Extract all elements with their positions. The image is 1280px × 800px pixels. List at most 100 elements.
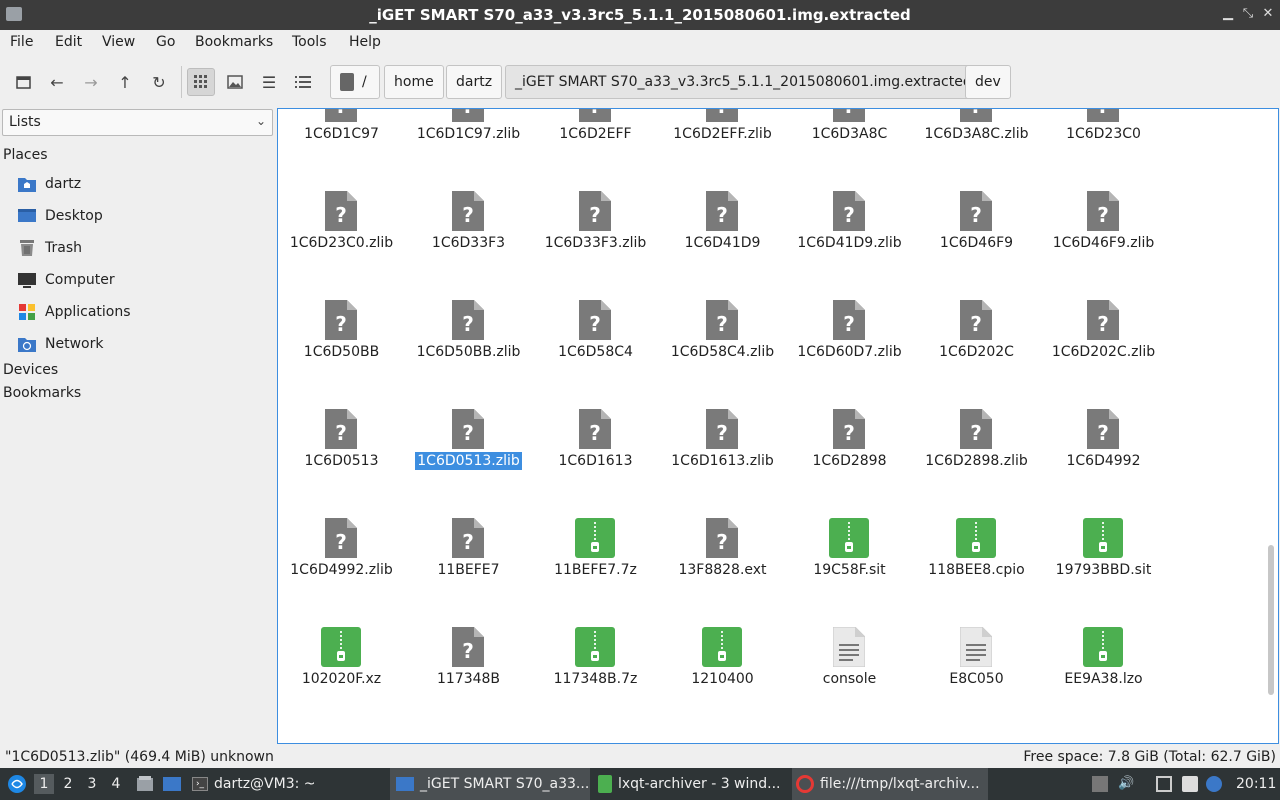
archive-file-icon	[1083, 518, 1123, 560]
svg-text:?: ?	[462, 639, 474, 663]
close-icon[interactable]: ✕	[1260, 6, 1276, 22]
file-item[interactable]: ? 1C6D23C0.zlib	[278, 185, 405, 285]
file-item[interactable]: ? 1C6D4992.zlib	[278, 512, 405, 612]
menu-help[interactable]: Help	[349, 34, 381, 50]
file-item[interactable]: 117348B.7z	[532, 621, 659, 721]
side-pane-mode-select[interactable]: Lists ⌄	[2, 109, 273, 136]
back-icon[interactable]: ←	[43, 68, 71, 96]
clipboard-icon[interactable]	[1182, 776, 1198, 792]
updates-icon[interactable]	[1206, 776, 1222, 792]
file-item[interactable]: ? 1C6D41D9	[659, 185, 786, 285]
file-item[interactable]: 19793BBD.sit	[1040, 512, 1167, 612]
file-item[interactable]: ? 1C6D2EFF	[532, 109, 659, 176]
forward-icon[interactable]: →	[77, 68, 105, 96]
taskbar-browser[interactable]: file:///tmp/lxqt-archiv...	[792, 768, 988, 800]
file-item[interactable]: ? 1C6D33F3	[405, 185, 532, 285]
menu-bookmarks[interactable]: Bookmarks	[195, 34, 273, 50]
scrollbar-thumb[interactable]	[1268, 545, 1274, 695]
file-item[interactable]: ? 1C6D0513.zlib	[405, 403, 532, 503]
menu-tools[interactable]: Tools	[292, 34, 327, 50]
file-item[interactable]: 118BEE8.cpio	[913, 512, 1040, 612]
file-item[interactable]: ? 1C6D3A8C.zlib	[913, 109, 1040, 176]
tray-up-icon[interactable]	[1092, 776, 1108, 792]
desktop-4-button[interactable]: 4	[106, 774, 126, 794]
file-item[interactable]: ? 1C6D202C	[913, 294, 1040, 394]
file-item[interactable]: E8C050	[913, 621, 1040, 721]
file-item[interactable]: ? 1C6D4992	[1040, 403, 1167, 503]
taskbar-terminal[interactable]: ›_ dartz@VM3: ~	[192, 768, 382, 800]
file-manager-launcher-icon[interactable]	[134, 768, 156, 800]
file-item[interactable]: ? 1C6D41D9.zlib	[786, 185, 913, 285]
file-item[interactable]: 1210400	[659, 621, 786, 721]
sidebar-item-computer[interactable]: Computer	[17, 267, 115, 293]
desktop-2-button[interactable]: 2	[58, 774, 78, 794]
file-item[interactable]: ? 1C6D50BB.zlib	[405, 294, 532, 394]
file-item[interactable]: ? 1C6D2EFF.zlib	[659, 109, 786, 176]
file-item[interactable]: ? 1C6D46F9.zlib	[1040, 185, 1167, 285]
clock[interactable]: 20:11	[1236, 768, 1278, 800]
file-item[interactable]: ? 1C6D33F3.zlib	[532, 185, 659, 285]
file-item[interactable]: ? 1C6D2898.zlib	[913, 403, 1040, 503]
menu-file[interactable]: File	[10, 34, 33, 50]
file-view[interactable]: ? 1C6D1C97? 1C6D1C97.zlib? 1C6D2EFF? 1C6D2EF…	[277, 108, 1279, 744]
svg-text:?: ?	[335, 530, 347, 554]
start-menu-icon[interactable]	[4, 768, 30, 800]
svg-text:?: ?	[589, 203, 601, 227]
compact-view-icon[interactable]: ☰	[255, 68, 283, 96]
file-item[interactable]: ? 1C6D202C.zlib	[1040, 294, 1167, 394]
taskbar-archiver[interactable]: lxqt-archiver - 3 wind...	[594, 768, 786, 800]
devices-heading[interactable]: Devices	[3, 362, 58, 378]
file-item[interactable]: ? 1C6D50BB	[278, 294, 405, 394]
sidebar-item-network[interactable]: Network	[17, 331, 103, 357]
file-item[interactable]: ? 1C6D2898	[786, 403, 913, 503]
file-item[interactable]: ? 1C6D46F9	[913, 185, 1040, 285]
sidebar-item-desktop[interactable]: Desktop	[17, 203, 103, 229]
desktop-3-button[interactable]: 3	[82, 774, 102, 794]
file-item[interactable]: ? 1C6D1C97	[278, 109, 405, 176]
file-item[interactable]: ? 1C6D23C0	[1040, 109, 1167, 176]
file-item[interactable]: ? 13F8828.ext	[659, 512, 786, 612]
file-item[interactable]: 19C58F.sit	[786, 512, 913, 612]
file-item[interactable]: ? 1C6D1613	[532, 403, 659, 503]
network-tray-icon[interactable]	[1156, 776, 1172, 792]
file-item[interactable]: ? 1C6D3A8C	[786, 109, 913, 176]
file-item[interactable]: 102020F.xz	[278, 621, 405, 721]
thumbnail-view-icon[interactable]	[221, 68, 249, 96]
up-icon[interactable]: ↑	[111, 68, 139, 96]
breadcrumb-home[interactable]: home	[384, 65, 444, 99]
file-item[interactable]: 11BEFE7.7z	[532, 512, 659, 612]
menu-view[interactable]: View	[102, 34, 135, 50]
file-item[interactable]: ? 1C6D60D7.zlib	[786, 294, 913, 394]
file-item[interactable]: EE9A38.lzo	[1040, 621, 1167, 721]
file-item[interactable]: console	[786, 621, 913, 721]
show-desktop-icon[interactable]	[160, 768, 184, 800]
network-folder-icon	[17, 335, 37, 353]
sidebar-item-applications[interactable]: Applications	[17, 299, 131, 325]
file-item[interactable]: ? 1C6D1C97.zlib	[405, 109, 532, 176]
new-tab-icon[interactable]	[10, 68, 38, 96]
file-item[interactable]: ? 1C6D58C4	[532, 294, 659, 394]
detailed-list-view-icon[interactable]	[289, 68, 317, 96]
breadcrumb-dartz[interactable]: dartz	[446, 65, 503, 99]
breadcrumb-extracted[interactable]: _iGET SMART S70_a33_v3.3rc5_5.1.1_201508…	[505, 65, 982, 99]
file-item[interactable]: ? 117348B	[405, 621, 532, 721]
breadcrumb-dev[interactable]: dev	[965, 65, 1011, 99]
bookmarks-heading[interactable]: Bookmarks	[3, 385, 81, 401]
minimize-icon[interactable]: ▁	[1220, 6, 1236, 22]
reload-icon[interactable]: ↻	[145, 68, 173, 96]
file-item[interactable]: ? 1C6D1613.zlib	[659, 403, 786, 503]
icon-view-icon[interactable]	[187, 68, 215, 96]
taskbar-file-manager[interactable]: _iGET SMART S70_a33...	[390, 768, 590, 800]
file-item[interactable]: ? 1C6D0513	[278, 403, 405, 503]
menu-edit[interactable]: Edit	[55, 34, 82, 50]
sidebar-item-trash[interactable]: Trash	[17, 235, 82, 261]
svg-text:?: ?	[589, 421, 601, 445]
breadcrumb-root[interactable]: /	[330, 65, 380, 99]
maximize-icon[interactable]: ⤡	[1240, 6, 1256, 22]
volume-icon[interactable]: 🔊	[1118, 776, 1134, 792]
desktop-1-button[interactable]: 1	[34, 774, 54, 794]
sidebar-item-dartz[interactable]: dartz	[17, 171, 81, 197]
file-item[interactable]: ? 1C6D58C4.zlib	[659, 294, 786, 394]
menu-go[interactable]: Go	[156, 34, 175, 50]
file-item[interactable]: ? 11BEFE7	[405, 512, 532, 612]
